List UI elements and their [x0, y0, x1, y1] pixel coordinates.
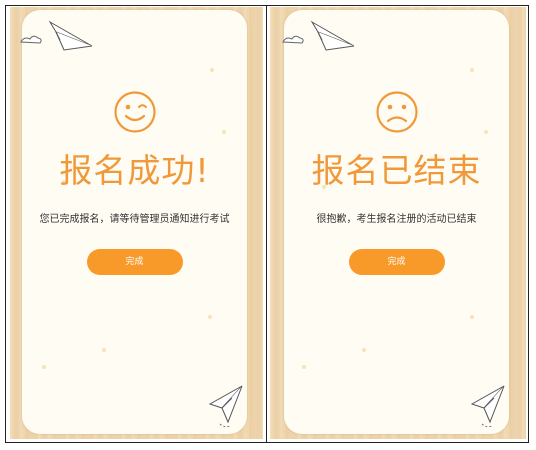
- decor-dot: [102, 348, 106, 352]
- done-button[interactable]: 完成: [86, 249, 183, 275]
- ended-message: 很抱歉，考生报名注册的活动已结束: [316, 214, 477, 225]
- decor-dot: [470, 68, 474, 72]
- paper-plane-icon: [208, 385, 243, 428]
- panel-divider: [266, 5, 267, 443]
- decor-dot: [484, 130, 488, 134]
- cloud-icon: [282, 35, 304, 44]
- ended-title: 报名已结束: [311, 151, 482, 190]
- decor-dot: [362, 348, 366, 352]
- wink-face-icon: [113, 91, 156, 133]
- paper-plane-icon: [470, 385, 505, 428]
- decor-dot: [42, 365, 46, 369]
- decor-dot: [222, 130, 226, 134]
- success-card: 报名成功! 您已完成报名，请等待管理员通知进行考试 完成: [22, 10, 247, 434]
- ended-card: 报名已结束 很抱歉，考生报名注册的活动已结束 完成: [284, 10, 509, 434]
- paper-plane-icon: [20, 20, 93, 51]
- decor-dot: [210, 68, 214, 72]
- success-title: 报名成功!: [59, 151, 210, 190]
- paper-plane-icon: [282, 20, 355, 51]
- decor-dot: [470, 315, 474, 319]
- decor-dot: [208, 315, 212, 319]
- decor-dot: [302, 365, 306, 369]
- done-button[interactable]: 完成: [348, 249, 445, 275]
- sad-face-icon: [375, 91, 418, 133]
- cloud-icon: [20, 35, 42, 44]
- success-message: 您已完成报名，请等待管理员通知进行考试: [39, 214, 230, 225]
